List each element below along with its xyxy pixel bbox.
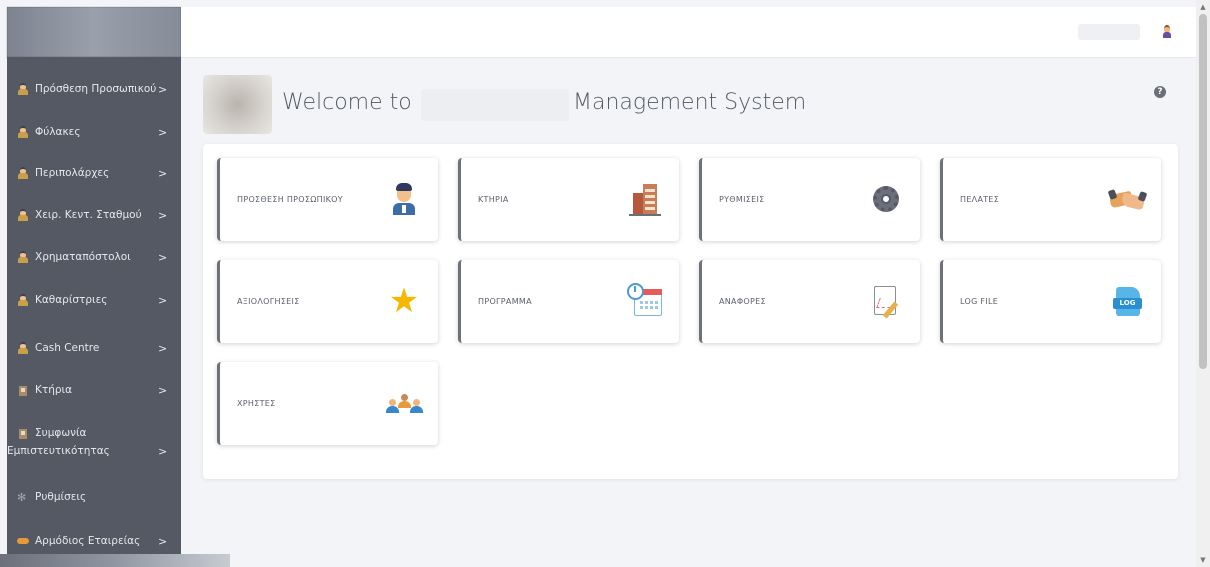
card-label: ΧΡΗΣΤΕΣ xyxy=(237,399,276,408)
guard-icon xyxy=(17,126,29,138)
sidebar-item-patrol-leaders[interactable]: Περιπολάρχες > xyxy=(7,166,181,180)
top-bar xyxy=(181,7,1196,58)
guard-icon xyxy=(17,342,29,354)
scroll-down-arrow-icon[interactable]: ▼ xyxy=(1199,555,1207,565)
guard-icon xyxy=(17,209,29,221)
sidebar-item-settings[interactable]: ✻ Ρυθμίσεις xyxy=(7,491,181,504)
chevron-right-icon: > xyxy=(158,444,168,458)
gear-icon: ✻ xyxy=(17,491,27,504)
card-users[interactable]: ΧΡΗΣΤΕΣ xyxy=(217,362,438,445)
chevron-right-icon: > xyxy=(158,125,168,139)
building-icon xyxy=(17,384,29,396)
scroll-thumb[interactable] xyxy=(1199,14,1207,369)
card-label: ΑΝΑΦΟΡΕΣ xyxy=(719,297,766,306)
card-label: ΚΤΗΡΙΑ xyxy=(478,195,509,204)
card-reports[interactable]: ΑΝΑΦΟΡΕΣ xyxy=(699,260,920,343)
gear-icon xyxy=(868,181,904,217)
vertical-scrollbar[interactable]: ▲ ▼ xyxy=(1196,0,1210,567)
sidebar-item-label: Ρυθμίσεις xyxy=(35,491,87,503)
welcome-suffix: Management System xyxy=(573,90,807,115)
handshake-icon xyxy=(1107,181,1148,217)
chevron-right-icon: > xyxy=(158,341,168,355)
star-icon: ★ xyxy=(388,281,420,321)
guard-icon xyxy=(17,251,29,263)
log-file-icon: LOG xyxy=(1109,283,1145,319)
users-group-icon xyxy=(386,385,423,421)
system-logo xyxy=(203,75,272,134)
card-log-file[interactable]: LOG FILE LOG xyxy=(940,260,1161,343)
handshake-icon xyxy=(17,535,29,547)
building-icon xyxy=(17,427,29,439)
chevron-right-icon: > xyxy=(158,250,168,264)
sidebar-item-cleaners[interactable]: Καθαρίστριες > xyxy=(7,293,181,307)
welcome-prefix: Welcome to xyxy=(282,90,412,115)
sidebar-item-station-operators[interactable]: Χειρ. Κεντ. Σταθμού > xyxy=(7,208,181,222)
sidebar-item-confidentiality-agreement[interactable]: Συμφωνία xyxy=(7,427,181,439)
guard-icon xyxy=(17,83,29,95)
sidebar-item-buildings[interactable]: Κτήρια > xyxy=(7,383,181,397)
sidebar-item-cash-couriers[interactable]: Χρηματαπόστολοι > xyxy=(7,250,181,264)
user-avatar-icon[interactable] xyxy=(1162,25,1172,39)
sidebar-item-label: Συμφωνία xyxy=(35,427,87,439)
scroll-up-arrow-icon[interactable]: ▲ xyxy=(1199,2,1207,12)
guard-icon xyxy=(17,167,29,179)
sidebar-item-add-staff[interactable]: Πρόσθεση Προσωπικού > xyxy=(7,82,181,96)
sidebar-item-cash-centre[interactable]: Cash Centre > xyxy=(7,341,181,355)
dashboard-panel: ΠΡΟΣΘΕΣΗ ΠΡΟΣΩΠΙΚΟΥ ΚΤΗΡΙΑ ΡΥΘΜΙΣΕΙΣ ΠΕΛ… xyxy=(203,144,1178,479)
card-buildings[interactable]: ΚΤΗΡΙΑ xyxy=(458,158,679,241)
report-chart-icon xyxy=(868,283,904,319)
help-icon[interactable]: ? xyxy=(1154,86,1166,98)
card-evaluations[interactable]: ΑΞΙΟΛΟΓΗΣΕΙΣ ★ xyxy=(217,260,438,343)
police-officer-icon xyxy=(386,181,422,217)
card-clients[interactable]: ΠΕΛΑΤΕΣ xyxy=(940,158,1161,241)
card-label: LOG FILE xyxy=(960,297,999,306)
card-label: ΑΞΙΟΛΟΓΗΣΕΙΣ xyxy=(237,297,300,306)
card-label: ΠΡΟΓΡΑΜΜΑ xyxy=(478,297,532,306)
chevron-right-icon: > xyxy=(158,383,168,397)
chevron-right-icon: > xyxy=(158,208,168,222)
horizontal-scrollbar[interactable] xyxy=(0,554,230,567)
chevron-right-icon: > xyxy=(158,82,168,96)
sidebar-item-company-representative[interactable]: Αρμόδιος Εταιρείας > xyxy=(7,534,181,548)
sidebar-item-confidentiality-agreement-line2[interactable]: Εμπιστευτικότητας > xyxy=(7,444,181,458)
chevron-right-icon: > xyxy=(158,166,168,180)
card-label: ΠΡΟΣΘΕΣΗ ΠΡΟΣΩΠΙΚΟΥ xyxy=(237,195,343,204)
card-add-staff[interactable]: ΠΡΟΣΘΕΣΗ ΠΡΟΣΩΠΙΚΟΥ xyxy=(217,158,438,241)
company-logo[interactable] xyxy=(7,7,181,58)
card-schedule[interactable]: ΠΡΟΓΡΑΜΜΑ xyxy=(458,260,679,343)
sidebar-item-label: Εμπιστευτικότητας xyxy=(7,445,110,457)
sidebar: Πρόσθεση Προσωπικού > Φύλακες > Περιπολά… xyxy=(7,7,181,567)
system-name-redacted xyxy=(421,89,569,121)
sidebar-item-guards[interactable]: Φύλακες > xyxy=(7,125,181,139)
chevron-right-icon: > xyxy=(158,293,168,307)
card-settings[interactable]: ΡΥΘΜΙΣΕΙΣ xyxy=(699,158,920,241)
user-name[interactable] xyxy=(1078,24,1140,40)
card-label: ΡΥΘΜΙΣΕΙΣ xyxy=(719,195,765,204)
card-label: ΠΕΛΑΤΕΣ xyxy=(960,195,1000,204)
guard-icon xyxy=(17,294,29,306)
building-icon xyxy=(627,181,663,217)
calendar-clock-icon xyxy=(627,283,663,319)
chevron-right-icon: > xyxy=(158,534,168,548)
